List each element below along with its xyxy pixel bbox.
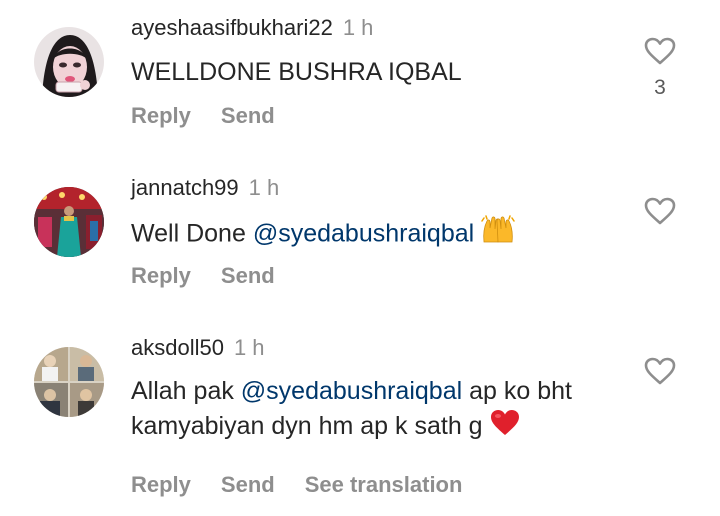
heart-outline-icon	[644, 197, 676, 225]
comment-actions: Reply Send	[131, 263, 305, 289]
timestamp: 1 h	[233, 335, 265, 360]
heart-outline-icon	[644, 37, 676, 65]
comment-header: ayeshaasifbukhari22 1 h	[131, 15, 373, 41]
send-button[interactable]: Send	[221, 472, 275, 497]
avatar-photo	[34, 347, 104, 417]
raising-hands-emoji	[481, 215, 515, 255]
mention-link[interactable]: @syedabushraiqbal	[253, 220, 474, 248]
comment-text: WELLDONE BUSHRA IQBAL	[131, 58, 462, 86]
timestamp: 1 h	[248, 175, 280, 200]
like-button[interactable]	[643, 196, 677, 226]
like-button[interactable]	[643, 356, 677, 386]
avatar[interactable]	[34, 347, 104, 417]
username[interactable]: jannatch99	[131, 175, 239, 200]
avatar[interactable]	[34, 27, 104, 97]
avatar-photo	[34, 187, 104, 257]
reply-button[interactable]: Reply	[131, 472, 191, 497]
send-button[interactable]: Send	[221, 103, 275, 128]
comment-text: Well Done @syedabushraiqbal	[131, 215, 631, 255]
timestamp: 1 h	[342, 15, 374, 40]
reply-button[interactable]: Reply	[131, 263, 191, 288]
comment-1: ayeshaasifbukhari22 1 h WELLDONE BUSHRA I…	[0, 0, 720, 150]
username[interactable]: ayeshaasifbukhari22	[131, 15, 333, 40]
like-count: 3	[654, 76, 666, 99]
comment-header: aksdoll50 1 h	[131, 335, 265, 361]
like-button[interactable]	[643, 36, 677, 66]
text-before-mention: Allah pak	[131, 377, 241, 405]
send-button[interactable]: Send	[221, 263, 275, 288]
reply-button[interactable]: Reply	[131, 103, 191, 128]
text-before-mention: Well Done	[131, 219, 253, 248]
avatar-illustration	[34, 27, 104, 97]
comment-3: aksdoll50 1 h Allah pak @syedabushraiqbal…	[0, 320, 720, 516]
see-translation-button[interactable]: See translation	[305, 472, 463, 497]
comment-actions: Reply Send	[131, 103, 305, 129]
red-heart-emoji	[490, 409, 520, 446]
username[interactable]: aksdoll50	[131, 335, 224, 360]
comment-text: Allah pak @syedabushraiqbal ap ko bht ka…	[131, 374, 631, 446]
heart-outline-icon	[644, 357, 676, 385]
comment-actions: Reply Send See translation	[131, 472, 492, 498]
avatar[interactable]	[34, 187, 104, 257]
comment-header: jannatch99 1 h	[131, 175, 279, 201]
mention-link[interactable]: @syedabushraiqbal	[241, 377, 462, 405]
comment-2: jannatch99 1 h Well Done @syedabushraiqba…	[0, 160, 720, 310]
